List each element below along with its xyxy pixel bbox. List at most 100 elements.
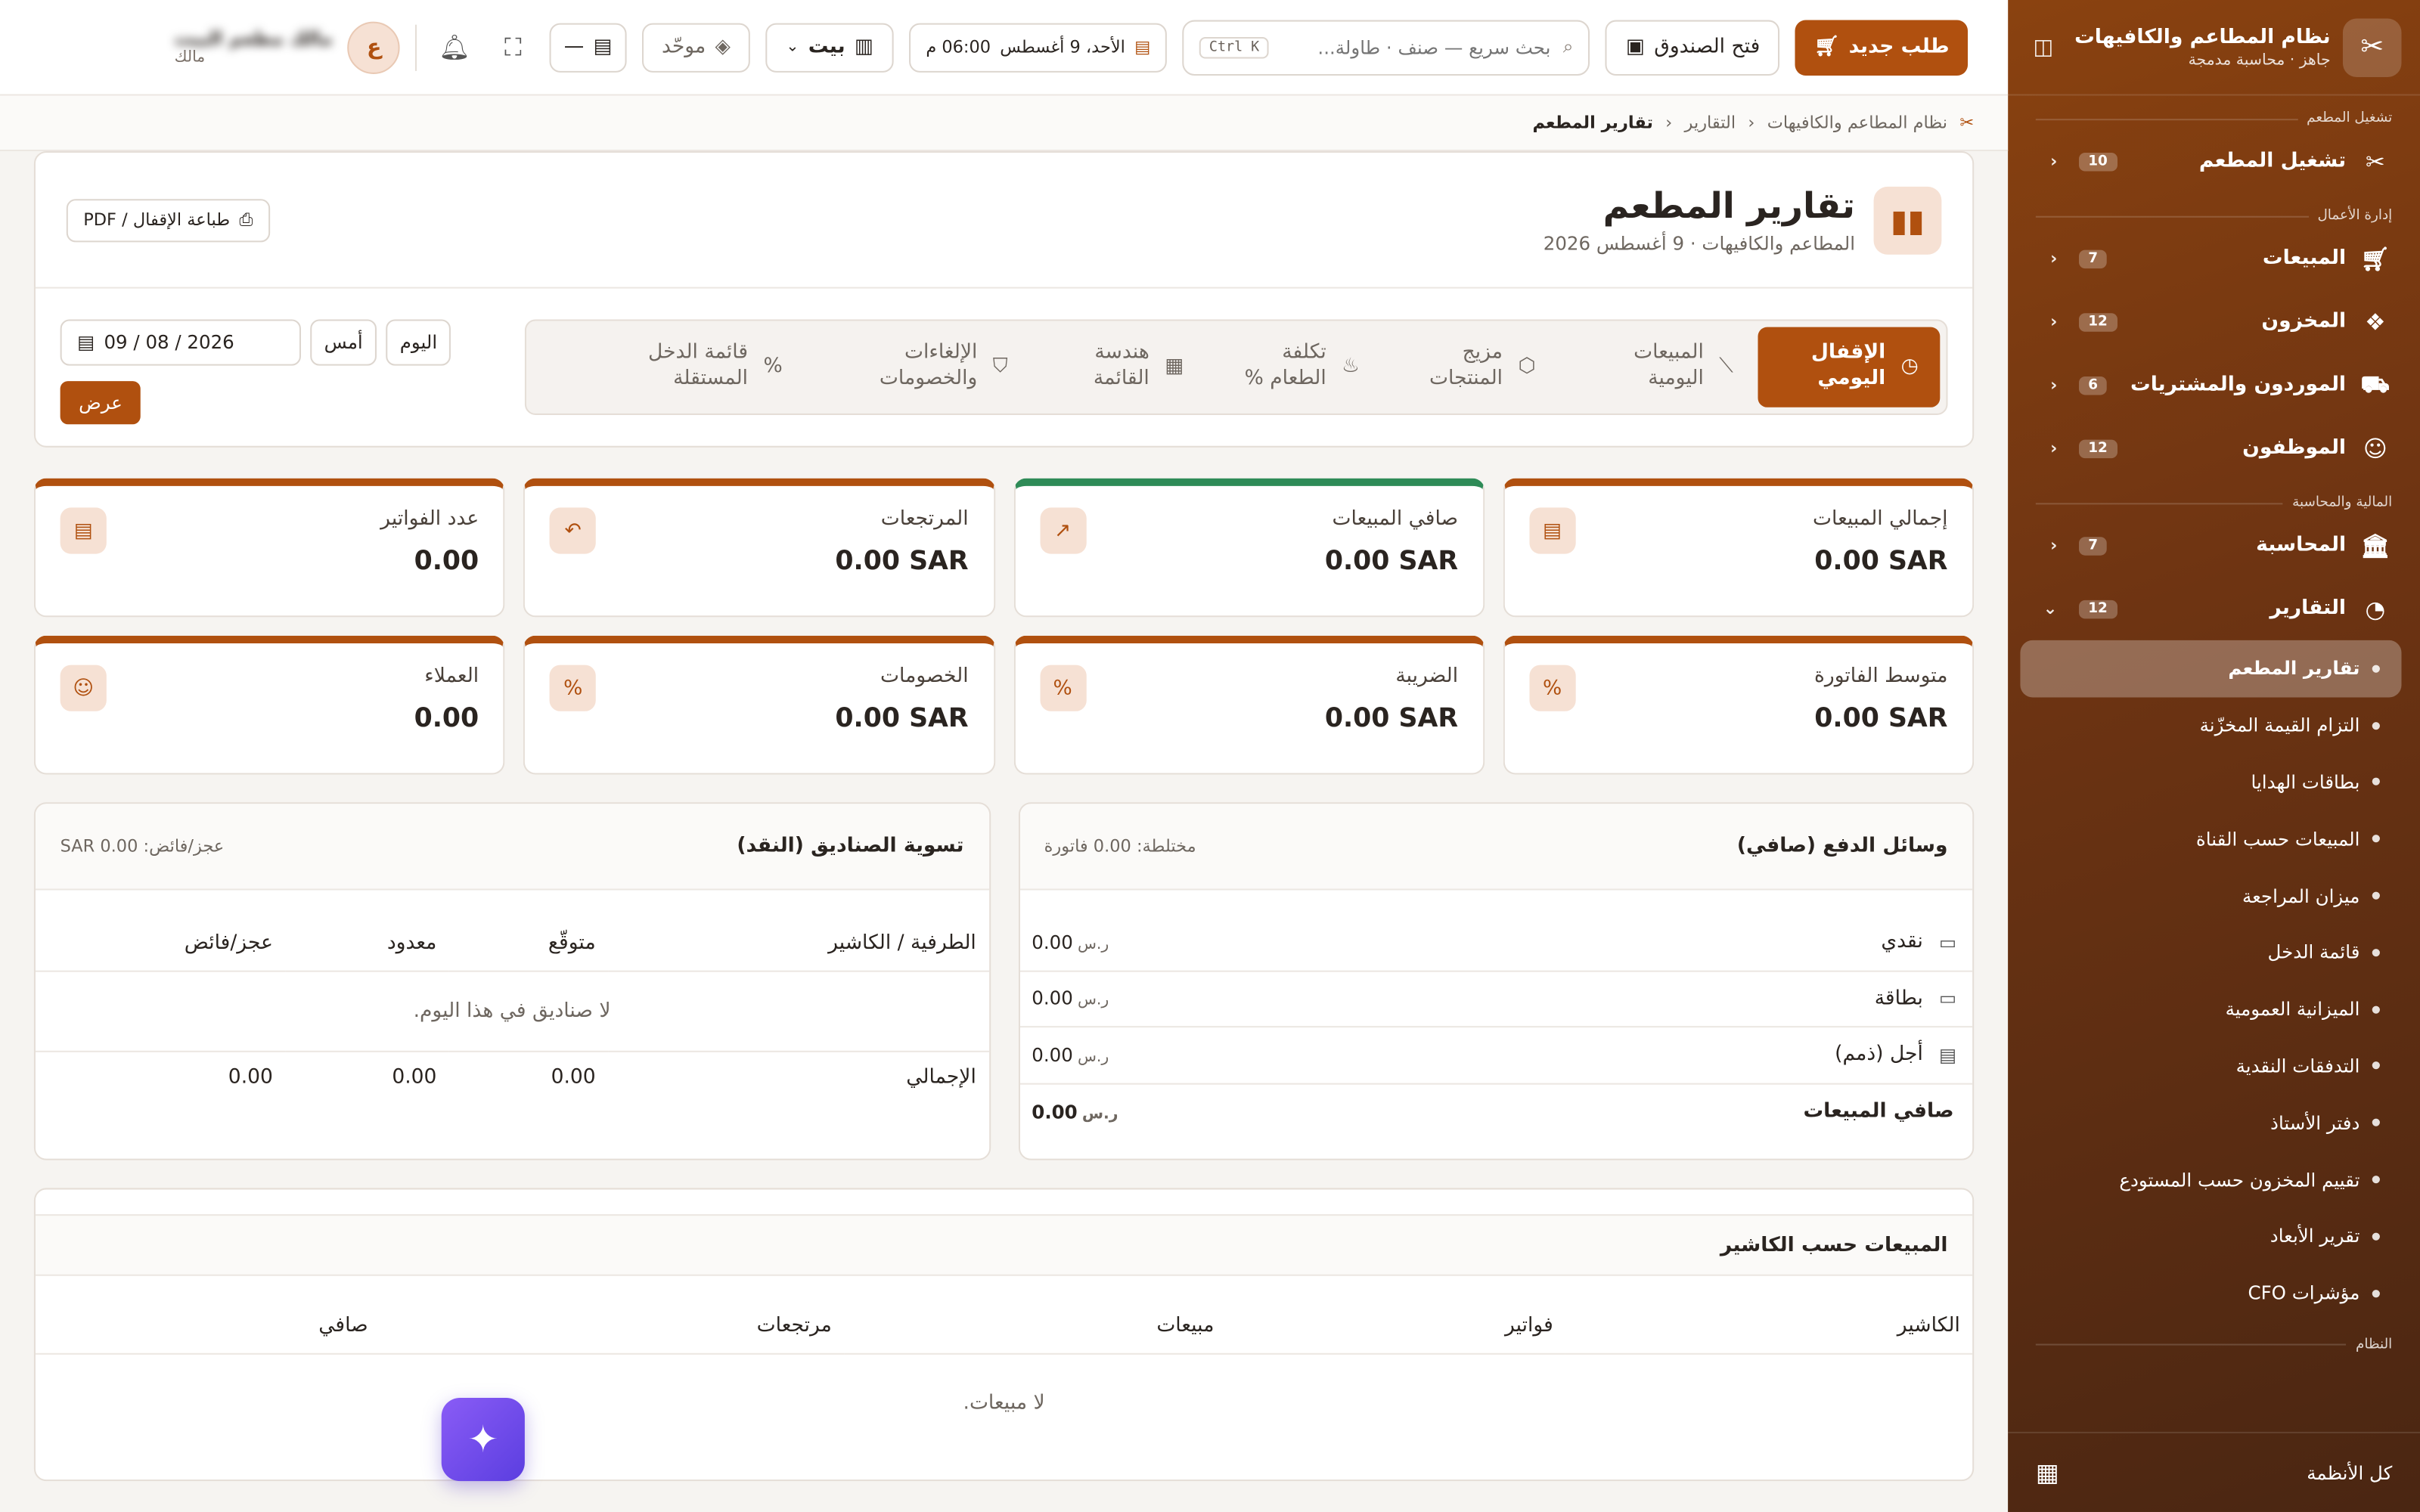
yesterday-button[interactable]: أمس xyxy=(310,319,377,366)
sidebar-subitem[interactable]: تقييم المخزون حسب المستودع xyxy=(2008,1151,2420,1208)
sidebar-subitem[interactable]: التزام القيمة المخزّنة xyxy=(2008,697,2420,754)
panel-title: وسائل الدفع (صافي) xyxy=(1736,835,1948,858)
sidebar-item-label: تشغيل المطعم xyxy=(2198,149,2347,173)
table-header-row: الكاشير فواتير مبيعات مرتجعات صافي xyxy=(35,1300,1973,1353)
tab-menu-engineering[interactable]: ▦ هندسة القائمة xyxy=(1032,327,1205,407)
calendar-icon: ▤ xyxy=(593,35,613,59)
sidebar-subitem[interactable]: الميزانية العمومية xyxy=(2008,981,2420,1038)
count-badge: 6 xyxy=(2078,375,2108,395)
calendar-icon: ▤ xyxy=(77,331,95,354)
tab-standalone-income[interactable]: % قائمة الدخل المستقلة xyxy=(603,327,804,407)
quick-search[interactable]: ⌕ Ctrl K xyxy=(1183,19,1590,75)
stat-label: إجمالي المبيعات xyxy=(1813,507,1948,531)
sidebar-subitem[interactable]: دفتر الأستاذ xyxy=(2008,1095,2420,1151)
sidebar-item-accounting[interactable]: 🏛︎ المحاسبة 7 ‹ xyxy=(2008,514,2420,578)
percent-icon: % xyxy=(1039,665,1086,711)
bell-icon[interactable]: 🔔︎ xyxy=(433,26,476,69)
users-icon: ☺ xyxy=(2363,434,2387,463)
panel-title: المبيعات حسب الكاشير xyxy=(1720,1233,1948,1257)
page-title: تقارير المطعم xyxy=(1602,185,1856,226)
tab-product-mix[interactable]: ⬡ مزيج المنتجات xyxy=(1385,327,1558,407)
sidebar-subitem[interactable]: التدفقات النقدية xyxy=(2008,1038,2420,1095)
building-icon: ▥ xyxy=(854,35,873,59)
chevron-left-icon: ‹ xyxy=(2050,248,2058,269)
new-order-button[interactable]: طلب جديد 🛒︎ xyxy=(1795,19,1969,75)
column-header: الطرفية / الكاشير xyxy=(828,932,976,956)
stat-label: صافي المبيعات xyxy=(1332,507,1459,531)
sidebar-subitem[interactable]: تقارير المطعم xyxy=(2020,640,2402,698)
grid-icon: ▦ xyxy=(2035,1458,2059,1488)
search-input[interactable] xyxy=(1280,36,1551,58)
sidebar-subitem-label: المبيعات حسب القناة xyxy=(2195,828,2360,850)
sidebar-subitem[interactable]: ميزان المراجعة xyxy=(2008,867,2420,924)
sidebar-item-employees[interactable]: ☺ الموظفون 12 ‹ xyxy=(2008,417,2420,480)
breadcrumb-current: تقارير المطعم xyxy=(1532,112,1653,133)
page-subtitle: المطاعم والكافيهات · 9 أغسطس 2026 xyxy=(1543,232,1856,254)
unified-label: موحّد xyxy=(661,35,706,59)
tab-label: تكلفة الطعام % xyxy=(1244,341,1326,391)
sparkles-icon: ✦ xyxy=(467,1418,499,1461)
fullscreen-icon[interactable]: ⛶ xyxy=(492,26,535,69)
stat-value: 0.00 SAR xyxy=(1324,703,1459,735)
bank-icon: 🏛︎ xyxy=(2360,531,2391,559)
branch-label: بيت xyxy=(808,35,845,59)
bullet-icon xyxy=(2372,1289,2380,1297)
breadcrumb-item[interactable]: التقارير xyxy=(1685,113,1736,133)
sidebar-item-restaurant-ops[interactable]: ✂ تشغيل المطعم 10 ‹ xyxy=(2008,129,2420,193)
total-cell: 0.00 xyxy=(551,1065,596,1089)
sidebar-subitem[interactable]: تقرير الأبعاد xyxy=(2008,1208,2420,1265)
cashier-header: المبيعات حسب الكاشير xyxy=(35,1214,1973,1276)
payment-total-label: صافي المبيعات xyxy=(1803,1100,1954,1124)
user-info[interactable]: مالك مطعم البيت مالك xyxy=(175,28,333,67)
sidebar-item-suppliers[interactable]: ⛟ الموردون والمشتريات 6 ‹ xyxy=(2008,353,2420,417)
sidebar-item-label: الموظفون xyxy=(2242,436,2347,460)
tab-food-cost[interactable]: ♨ تكلفة الطعام % xyxy=(1208,327,1382,407)
show-button[interactable]: عرض xyxy=(60,381,141,425)
tab-label: المبيعات اليومية xyxy=(1634,341,1704,391)
branch-select[interactable]: ▥ بيت ⌄ xyxy=(765,22,894,72)
sidebar-subitem-label: قائمة الدخل xyxy=(2267,941,2360,964)
column-header: مرتجعات xyxy=(756,1315,832,1338)
breadcrumb-item[interactable]: نظام المطاعم والكافيهات xyxy=(1767,113,1947,133)
tab-daily-sales[interactable]: ⟋ المبيعات اليومية xyxy=(1560,327,1754,407)
payment-row-credit: ▤ أجل (ذمم) 0.00 ر.س xyxy=(1019,1027,1973,1084)
tab-label: الإقفال اليومي xyxy=(1810,341,1886,391)
column-header: عجز/فائض xyxy=(184,932,273,956)
all-systems-link[interactable]: كل الأنظمة ▦ xyxy=(2008,1431,2420,1512)
cash-reconciliation-panel: تسوية الصناديق (النقد) عجز/فائض: 0.00 SA… xyxy=(33,802,991,1160)
tab-daily-close[interactable]: ◷ الإقفال اليومي xyxy=(1758,327,1941,407)
stat-value: 0.00 xyxy=(414,546,479,578)
collapse-sidebar-icon[interactable]: ◫ xyxy=(2027,30,2061,64)
ai-assistant-button[interactable]: ✦ xyxy=(441,1397,525,1482)
app-root: ✂ نظام المطاعم والكافيهات جاهز · محاسبة … xyxy=(0,0,2420,1512)
calendar-picker[interactable]: ▤ — xyxy=(550,22,627,72)
panel-meta: عجز/فائض: 0.00 SAR xyxy=(60,836,225,857)
sidebar-subitem[interactable]: مؤشرات CFO xyxy=(2008,1265,2420,1321)
chevron-left-icon: ‹ xyxy=(2050,150,2058,172)
sidebar-item-inventory[interactable]: ❖ المخزون 12 ‹ xyxy=(2008,290,2420,354)
bullet-icon xyxy=(2372,948,2380,957)
sidebar-item-reports[interactable]: ◔ التقارير 12 ⌄ xyxy=(2008,577,2420,640)
receipt-icon: ▤ xyxy=(1938,1044,1957,1066)
payment-label: بطاقة xyxy=(1874,987,1923,1011)
count-badge: 12 xyxy=(2078,312,2118,331)
tab-voids-discounts[interactable]: ⛉ الإلغاءات والخصومات xyxy=(807,327,1029,407)
sidebar-subitem[interactable]: قائمة الدخل xyxy=(2008,924,2420,981)
print-closing-button[interactable]: ⎙ طباعة الإقفال / PDF xyxy=(66,198,270,242)
percent-icon: % xyxy=(550,665,597,711)
report-header-card: ▮▮ تقارير المطعم المطاعم والكافيهات · 9 … xyxy=(33,150,1975,448)
avatar[interactable]: ع xyxy=(348,20,401,73)
date-time-chip[interactable]: ▤ الأحد، 9 أغسطس 06:00 م xyxy=(908,22,1168,72)
table-row: لا صناديق في هذا اليوم. xyxy=(35,971,989,1051)
header-text: تقارير المطعم المطاعم والكافيهات · 9 أغس… xyxy=(1544,186,1855,254)
unified-toggle[interactable]: ◈ موحّد xyxy=(641,22,751,72)
sidebar-footer-label: كل الأنظمة xyxy=(2307,1461,2393,1484)
sidebar-subitem[interactable]: بطاقات الهدايا xyxy=(2008,754,2420,810)
open-drawer-button[interactable]: فتح الصندوق ▣ xyxy=(1606,19,1780,75)
sidebar-subitem[interactable]: المبيعات حسب القناة xyxy=(2008,810,2420,867)
date-input[interactable]: ▤ 09 / 08 / 2026 xyxy=(60,319,301,366)
today-button[interactable]: اليوم xyxy=(386,319,451,366)
sidebar: ✂ نظام المطاعم والكافيهات جاهز · محاسبة … xyxy=(2008,0,2420,1512)
sidebar-item-sales[interactable]: 🛒︎ المبيعات 7 ‹ xyxy=(2008,227,2420,290)
